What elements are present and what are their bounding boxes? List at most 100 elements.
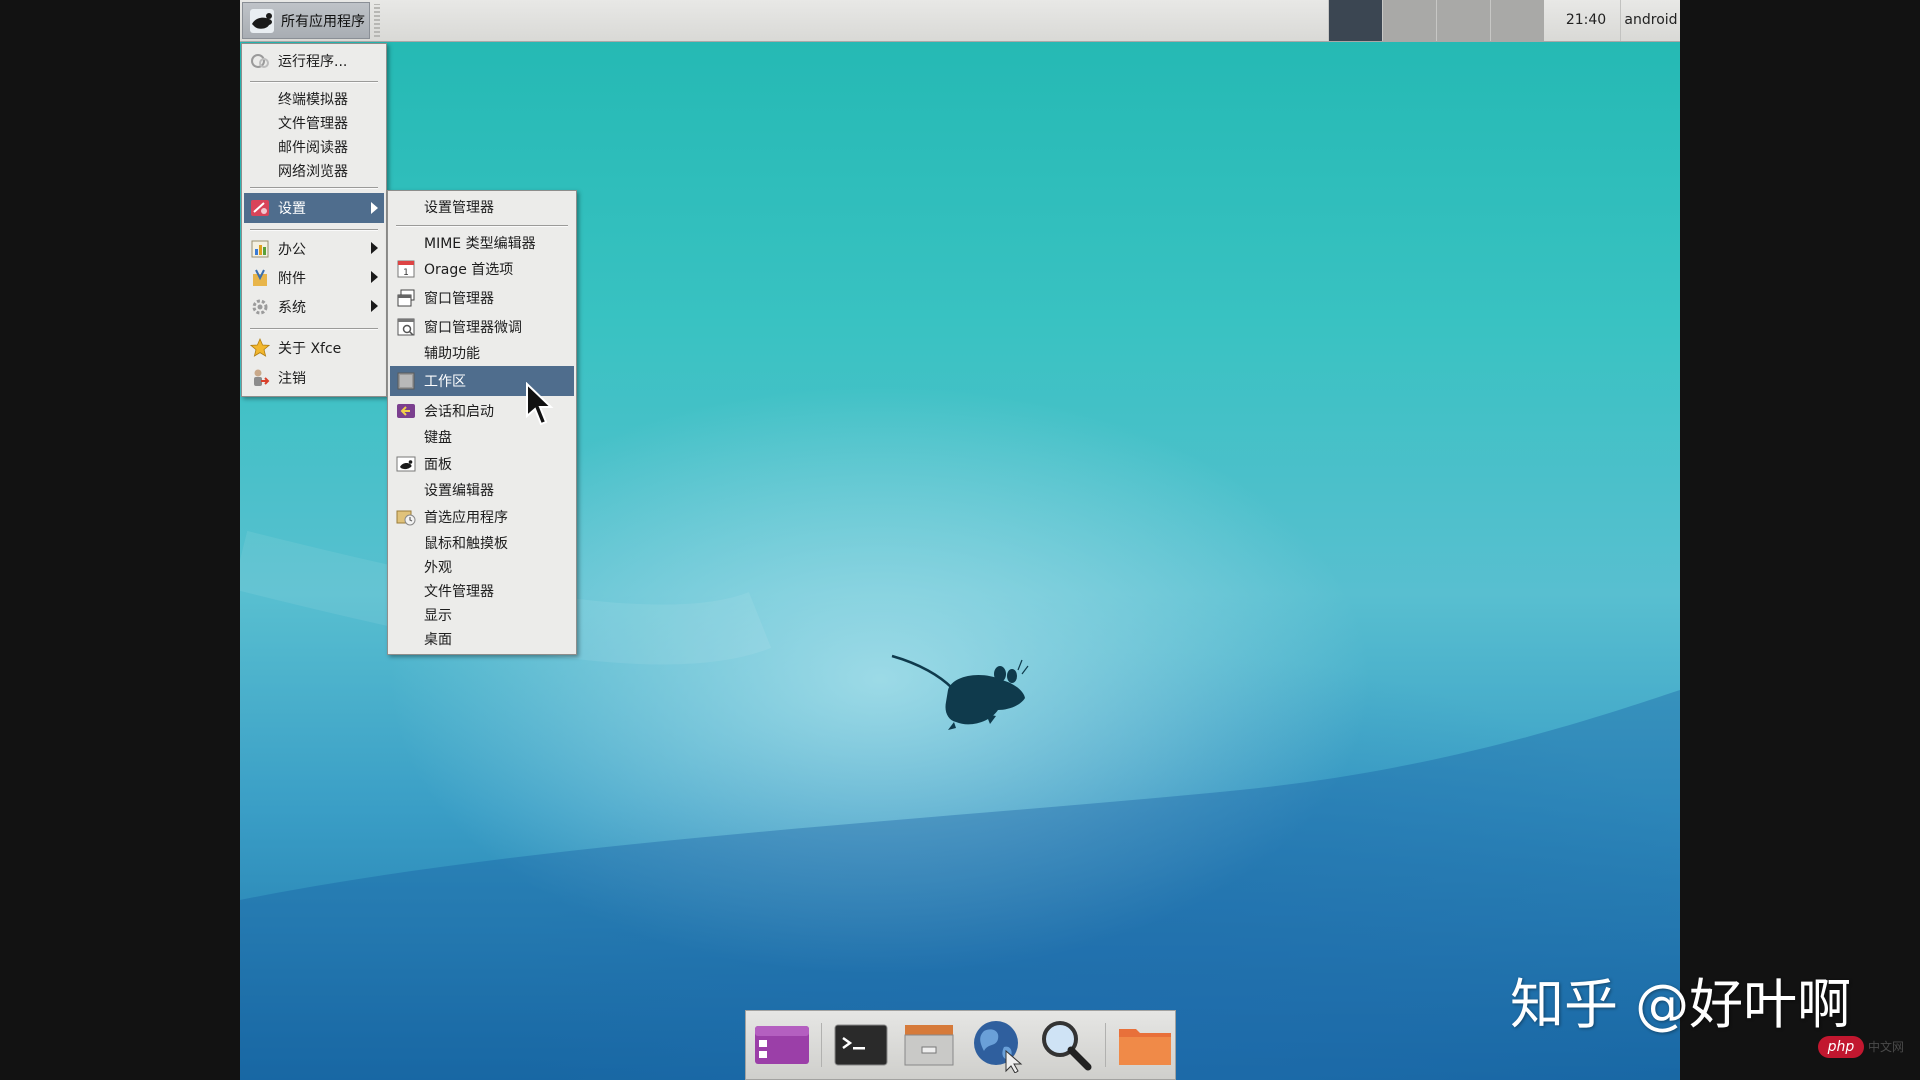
- menu-item-label: 键盘: [424, 430, 452, 446]
- menu-item-label: 网络浏览器: [278, 164, 348, 180]
- menu-item-about-xfce[interactable]: 关于 Xfce: [244, 334, 384, 362]
- run-icon: [249, 50, 271, 72]
- submenu-arrow-icon: [371, 300, 378, 312]
- menu-item-label: MIME 类型编辑器: [424, 236, 536, 252]
- dock-terminal[interactable]: [830, 1015, 891, 1075]
- menu-item-system[interactable]: 系统: [244, 293, 384, 321]
- dock-home-folder[interactable]: [1114, 1015, 1175, 1075]
- menu-item-mouse-touchpad[interactable]: 鼠标和触摸板: [390, 530, 574, 556]
- menu-item-accessories[interactable]: 附件: [244, 264, 384, 292]
- xfce-logo-icon: [250, 8, 274, 33]
- menu-item-display[interactable]: 显示: [390, 602, 574, 628]
- menu-item-label: 终端模拟器: [278, 92, 348, 108]
- menu-item-label: 面板: [424, 457, 452, 473]
- dock-file-cabinet[interactable]: [899, 1015, 960, 1075]
- top-panel: 所有应用程序 21:40 android: [240, 0, 1680, 42]
- menu-item-office[interactable]: 办公: [244, 235, 384, 263]
- menu-item-label: 办公: [278, 242, 306, 258]
- menu-separator: [396, 225, 568, 227]
- menu-item-label: 系统: [278, 300, 306, 316]
- menu-item-web-browser[interactable]: 网络浏览器: [244, 158, 384, 184]
- xfce-mouse-logo: [891, 654, 1029, 730]
- menu-item-window-manager[interactable]: 窗口管理器: [390, 285, 574, 311]
- workspace-4[interactable]: [1490, 0, 1544, 41]
- menu-item-orage-preferences[interactable]: 1 Orage 首选项: [390, 256, 574, 282]
- menu-item-label: 窗口管理器: [424, 291, 494, 307]
- system-icon: [249, 296, 271, 318]
- menu-item-appearance[interactable]: 外观: [390, 554, 574, 580]
- menu-item-mail-reader[interactable]: 邮件阅读器: [244, 134, 384, 160]
- dock-web-browser[interactable]: [968, 1015, 1029, 1075]
- menu-item-label: 窗口管理器微调: [424, 320, 522, 336]
- menu-item-panel[interactable]: 面板: [390, 451, 574, 477]
- watermark: 知乎 @好叶啊: [1510, 973, 1852, 1036]
- menu-item-terminal[interactable]: 终端模拟器: [244, 86, 384, 112]
- workspace-3[interactable]: [1436, 0, 1490, 41]
- workspace-1[interactable]: [1328, 0, 1382, 41]
- menu-item-label: 运行程序...: [278, 54, 348, 70]
- star-icon: [249, 337, 271, 359]
- window-tweaks-icon: [395, 316, 417, 338]
- web-browser-icon: [973, 1021, 1023, 1073]
- menu-separator: [250, 187, 378, 189]
- menu-item-label: 注销: [278, 371, 306, 387]
- menu-item-file-manager[interactable]: 文件管理器: [244, 110, 384, 136]
- menu-item-label: 首选应用程序: [424, 510, 508, 526]
- menu-item-file-manager-settings[interactable]: 文件管理器: [390, 578, 574, 604]
- menu-item-accessibility[interactable]: 辅助功能: [390, 340, 574, 366]
- panel-grip[interactable]: [374, 4, 380, 37]
- applications-menu-button[interactable]: 所有应用程序: [242, 2, 370, 39]
- workspace-2[interactable]: [1382, 0, 1436, 41]
- menu-separator: [250, 229, 378, 231]
- menu-item-label: 邮件阅读器: [278, 140, 348, 156]
- menu-item-desktop[interactable]: 桌面: [390, 626, 574, 652]
- panel-icon: [395, 453, 417, 475]
- menu-item-preferred-applications[interactable]: 首选应用程序: [390, 504, 574, 530]
- office-icon: [249, 238, 271, 260]
- menu-item-label: 设置编辑器: [424, 483, 494, 499]
- menu-item-mime-editor[interactable]: MIME 类型编辑器: [390, 230, 574, 256]
- dock-separator: [820, 1023, 823, 1067]
- svg-text:1: 1: [403, 268, 409, 278]
- menu-item-settings-editor[interactable]: 设置编辑器: [390, 477, 574, 503]
- preferred-apps-icon: [395, 506, 417, 528]
- submenu-arrow-icon: [371, 202, 378, 214]
- dock-show-desktop[interactable]: [752, 1015, 813, 1075]
- menu-item-window-manager-tweaks[interactable]: 窗口管理器微调: [390, 314, 574, 340]
- php-badge: php: [1818, 1036, 1864, 1058]
- accessories-icon: [249, 267, 271, 289]
- applications-menu-label: 所有应用程序: [281, 13, 365, 30]
- mouse-pointer-icon: [526, 382, 554, 426]
- desktop[interactable]: 所有应用程序 21:40 android 运行程序... 终端模拟器 文件管理器…: [240, 0, 1680, 1080]
- menu-item-logout[interactable]: 注销: [244, 364, 384, 392]
- session-icon: [395, 400, 417, 422]
- menu-item-label: 显示: [424, 608, 452, 624]
- menu-item-label: 辅助功能: [424, 346, 480, 362]
- menu-item-label: 文件管理器: [424, 584, 494, 600]
- menu-item-label: 设置管理器: [424, 200, 494, 216]
- menu-separator: [250, 328, 378, 330]
- workspace-icon: [395, 370, 417, 392]
- user-menu[interactable]: android: [1620, 0, 1680, 41]
- clock[interactable]: 21:40: [1558, 0, 1614, 41]
- menu-item-settings-manager[interactable]: 设置管理器: [390, 194, 574, 220]
- menu-item-label: 关于 Xfce: [278, 341, 342, 357]
- search-icon: [1042, 1021, 1092, 1071]
- menu-item-label: 附件: [278, 271, 306, 287]
- show-desktop-icon: [755, 1026, 810, 1064]
- dock-separator: [1104, 1023, 1107, 1067]
- window-icon: [395, 287, 417, 309]
- file-cabinet-icon: [904, 1025, 954, 1066]
- settings-icon: [249, 197, 271, 219]
- dock-search[interactable]: [1036, 1015, 1097, 1075]
- menu-item-label: 桌面: [424, 632, 452, 648]
- menu-item-run-program[interactable]: 运行程序...: [244, 48, 384, 74]
- applications-menu: 运行程序... 终端模拟器 文件管理器 邮件阅读器 网络浏览器 设置 办公 附件…: [241, 43, 387, 397]
- menu-item-label: 文件管理器: [278, 116, 348, 132]
- submenu-arrow-icon: [371, 242, 378, 254]
- menu-item-label: 工作区: [424, 374, 466, 390]
- menu-item-label: 外观: [424, 560, 452, 576]
- submenu-arrow-icon: [371, 271, 378, 283]
- menu-item-label: Orage 首选项: [424, 262, 514, 278]
- menu-item-settings[interactable]: 设置: [244, 193, 384, 223]
